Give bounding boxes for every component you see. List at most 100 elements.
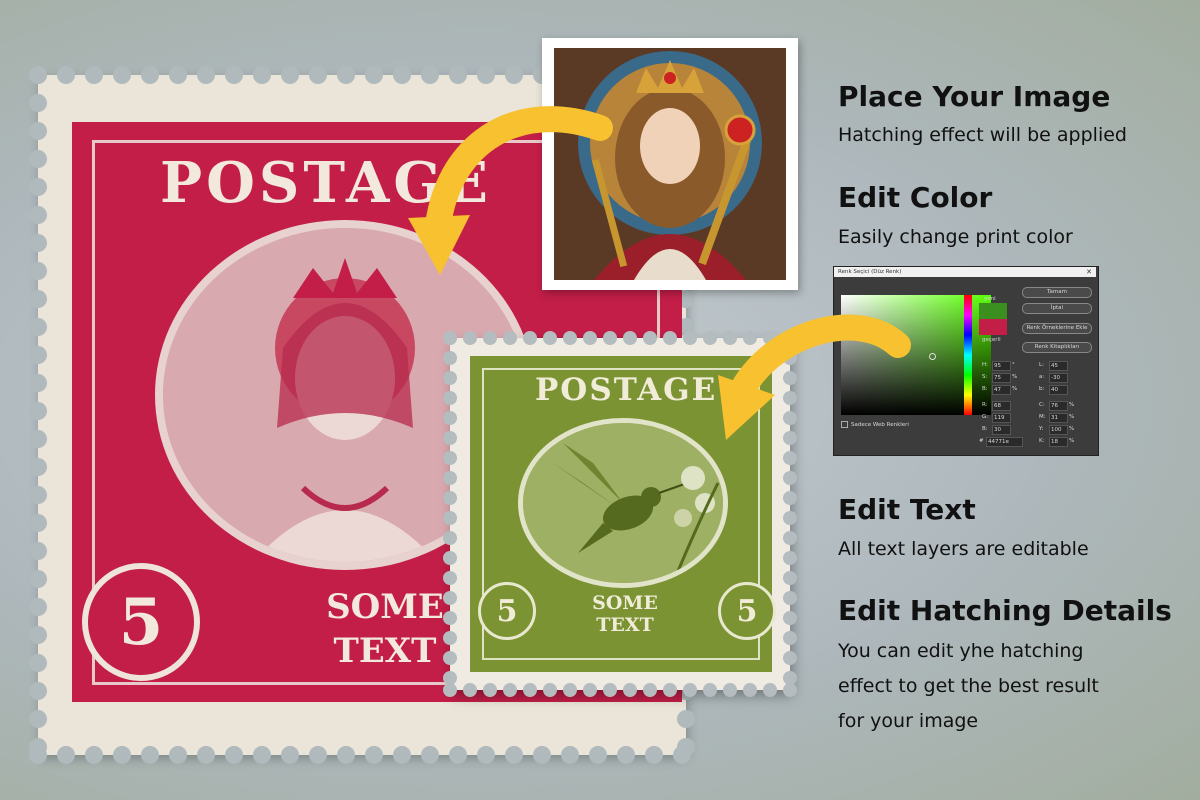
- field-input[interactable]: 45: [1049, 361, 1068, 371]
- perforation-hole: [783, 411, 797, 425]
- color-picker-button[interactable]: İptal: [1022, 303, 1092, 314]
- green-stamp-title: POSTAGE: [535, 372, 718, 408]
- color-picker-button[interactable]: Renk Kitaplıkları: [1022, 342, 1092, 353]
- perforation-hole: [443, 411, 457, 425]
- perforation-hole: [503, 331, 517, 345]
- perforation-hole: [663, 331, 677, 345]
- field-label: S:: [982, 374, 988, 380]
- perforation-hole: [643, 683, 657, 697]
- perforation-hole: [503, 683, 517, 697]
- perforation-hole: [443, 611, 457, 625]
- field-input[interactable]: 95: [992, 361, 1011, 371]
- feature-desc-place-image: Hatching effect will be applied: [838, 124, 1127, 146]
- perforation-hole: [483, 331, 497, 345]
- perforation-hole: [623, 683, 637, 697]
- feature-desc-edit-color: Easily change print color: [838, 226, 1073, 248]
- web-only-checkbox[interactable]: Sadece Web Renkleri: [841, 421, 909, 428]
- feature-desc-edit-hatching-line3: for your image: [838, 710, 979, 732]
- color-picker-button[interactable]: Renk Örneklerine Ekle: [1022, 323, 1092, 334]
- green-stamp-text-line2: TEXT: [596, 614, 654, 636]
- color-picker-titlebar: Renk Seçici (Düz Renk) ✕: [834, 267, 1096, 277]
- perforation-hole: [583, 683, 597, 697]
- perforation-hole: [523, 683, 537, 697]
- current-color-label: geçerli: [982, 337, 1001, 343]
- perforation-hole: [443, 571, 457, 585]
- hue-slider[interactable]: [964, 295, 972, 415]
- color-cursor-icon[interactable]: [929, 353, 936, 360]
- perforation-hole: [443, 391, 457, 405]
- field-input[interactable]: 18: [1049, 437, 1068, 447]
- perforation-hole: [443, 671, 457, 685]
- perforation-hole: [603, 331, 617, 345]
- perforation-hole: [583, 331, 597, 345]
- field-input[interactable]: 119: [992, 413, 1011, 423]
- perforation-hole: [563, 683, 577, 697]
- field-input[interactable]: -30: [1049, 373, 1068, 383]
- perforation-hole: [783, 511, 797, 525]
- perforation-hole: [783, 611, 797, 625]
- green-stamp-value-right-circle: 5: [718, 582, 776, 640]
- perforation-hole: [443, 351, 457, 365]
- perforation-hole: [783, 431, 797, 445]
- field-input[interactable]: 76: [1049, 401, 1068, 411]
- new-color-swatch: [979, 303, 1007, 319]
- perforation-hole: [683, 331, 697, 345]
- field-unit: %: [1012, 374, 1018, 380]
- perforation-hole: [783, 591, 797, 605]
- perforation-hole: [443, 551, 457, 565]
- perforation-hole: [623, 331, 637, 345]
- field-input[interactable]: 75: [992, 373, 1011, 383]
- green-stamp-text: SOME TEXT: [580, 592, 670, 636]
- perforation-hole: [563, 331, 577, 345]
- perforation-hole: [443, 451, 457, 465]
- feature-desc-edit-hatching-line2: effect to get the best result: [838, 675, 1099, 697]
- perforation-hole: [743, 331, 757, 345]
- perforation-hole: [743, 683, 757, 697]
- perforation-hole: [443, 431, 457, 445]
- perforation-hole: [783, 531, 797, 545]
- perforation-hole: [783, 631, 797, 645]
- perforation-hole: [783, 351, 797, 365]
- green-stamp-hummingbird: [518, 418, 728, 588]
- web-only-label: Sadece Web Renkleri: [851, 422, 909, 428]
- field-label: b:: [1039, 386, 1045, 392]
- perforation-hole: [703, 683, 717, 697]
- color-picker-dialog: Renk Seçici (Düz Renk) ✕ yeni geçerli Ta…: [833, 266, 1099, 456]
- field-label: K:: [1039, 438, 1045, 444]
- perforation-hole: [443, 491, 457, 505]
- feature-desc-edit-text: All text layers are editable: [838, 538, 1089, 560]
- perforation-hole: [783, 671, 797, 685]
- color-picker-button[interactable]: Tamam: [1022, 287, 1092, 298]
- perforation-hole: [783, 331, 797, 345]
- field-input[interactable]: 31: [1049, 413, 1068, 423]
- field-input[interactable]: 68: [992, 401, 1011, 411]
- feature-title-edit-text: Edit Text: [838, 493, 976, 526]
- perforation-hole: [703, 331, 717, 345]
- field-label: C:: [1039, 402, 1045, 408]
- perforation-hole: [483, 683, 497, 697]
- perforation-hole: [783, 551, 797, 565]
- field-unit: %: [1069, 402, 1075, 408]
- perforation-hole: [783, 683, 797, 697]
- hex-input[interactable]: 44771e: [986, 437, 1023, 447]
- perforation-hole: [643, 331, 657, 345]
- perforation-hole: [443, 591, 457, 605]
- field-input[interactable]: 47: [992, 385, 1011, 395]
- feature-title-edit-hatching: Edit Hatching Details: [838, 594, 1172, 627]
- field-label: B:: [982, 386, 988, 392]
- new-color-label: yeni: [984, 296, 996, 302]
- close-icon[interactable]: ✕: [1086, 267, 1092, 277]
- field-label: a:: [1039, 374, 1045, 380]
- field-input[interactable]: 100: [1049, 425, 1068, 435]
- perforation-hole: [443, 371, 457, 385]
- perforation-hole: [783, 491, 797, 505]
- field-input[interactable]: 40: [1049, 385, 1068, 395]
- perforation-hole: [663, 683, 677, 697]
- perforation-hole: [443, 683, 457, 697]
- green-stamp-value-left: 5: [496, 593, 518, 629]
- field-input[interactable]: 30: [992, 425, 1011, 435]
- perforation-hole: [783, 571, 797, 585]
- perforation-hole: [443, 511, 457, 525]
- perforation-hole: [443, 331, 457, 345]
- perforation-hole: [783, 471, 797, 485]
